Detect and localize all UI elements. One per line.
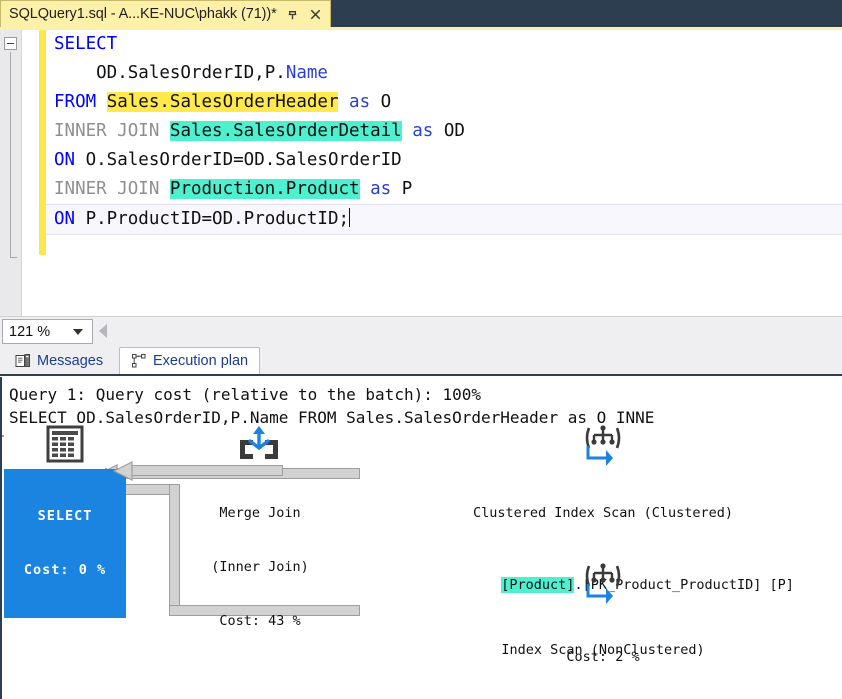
code-line-6[interactable]: INNER JOIN Production.Product as P — [46, 175, 842, 204]
plan-node-merge-join-line1: Merge Join — [187, 504, 333, 522]
code-token: SELECT — [54, 34, 117, 54]
code-token: . — [275, 63, 286, 83]
zoom-level-dropdown[interactable]: 121 % — [2, 319, 93, 344]
execution-plan-icon — [131, 353, 147, 369]
results-tab-underline — [0, 374, 842, 376]
code-token: OD — [433, 121, 465, 141]
chevron-down-icon[interactable] — [73, 329, 83, 335]
plan-node-index-scan-line1: Index Scan (NonClustered) — [420, 641, 786, 659]
plan-node-select-label: SELECT — [4, 507, 126, 525]
merge-join-icon[interactable] — [234, 424, 284, 471]
code-token: as — [412, 121, 433, 141]
code-token — [360, 179, 371, 199]
plan-node-select-cost: Cost: 0 % — [4, 561, 126, 579]
tab-messages[interactable]: Messages — [4, 347, 114, 375]
sql-editor[interactable]: SELECT OD.SalesOrderID,P.NameFROM Sales.… — [0, 30, 842, 316]
code-token: Production.Product — [170, 179, 360, 199]
ssms-window: SQLQuery1.sql - A...KE-NUC\phakk (71))* … — [0, 0, 842, 699]
code-token: Sales.SalesOrderHeader — [107, 92, 339, 112]
result-grid-icon[interactable] — [44, 425, 86, 470]
code-token: O.SalesOrderID=OD.SalesOrderID — [75, 150, 402, 170]
results-tab-strip: Messages Execution plan — [0, 345, 842, 376]
code-line-3[interactable]: FROM Sales.SalesOrderHeader as O — [46, 88, 842, 117]
editor-zoom-bar: 121 % — [0, 316, 842, 346]
code-token: as — [349, 92, 370, 112]
code-line-5[interactable]: ON O.SalesOrderID=OD.SalesOrderID — [46, 146, 842, 175]
code-token: ON — [54, 209, 75, 229]
zoom-level-value: 121 % — [3, 324, 73, 340]
plan-node-index-scan-object: [SalesOrderDetail].[IX_SalesOrderDe… — [420, 695, 786, 699]
editor-indicator-margin — [22, 30, 39, 316]
plan-node-select[interactable]: SELECT Cost: 0 % — [4, 469, 126, 618]
code-token: O — [370, 92, 391, 112]
code-line-4[interactable]: INNER JOIN Sales.SalesOrderDetail as OD — [46, 117, 842, 146]
plan-node-merge-join[interactable]: Merge Join (Inner Join) Cost: 43 % — [187, 468, 333, 666]
code-token: P — [391, 179, 412, 199]
code-token: P — [265, 63, 276, 83]
tab-messages-label: Messages — [37, 353, 103, 369]
connector-merge-to-select — [131, 465, 283, 476]
plan-node-index-scan[interactable]: Index Scan (NonClustered) [SalesOrderDet… — [420, 605, 786, 699]
editor-selection-margin[interactable] — [0, 30, 22, 316]
tab-execution-plan[interactable]: Execution plan — [119, 347, 260, 375]
editor-change-bar — [39, 30, 46, 255]
code-line-7[interactable]: ON P.ProductID=OD.ProductID; — [46, 204, 842, 235]
editor-code-area[interactable]: SELECT OD.SalesOrderID,P.NameFROM Sales.… — [46, 30, 842, 316]
split-left-icon[interactable] — [99, 324, 107, 338]
code-token: ON — [54, 150, 75, 170]
plan-node-clustered-index-scan-object-highlight: [Product] — [501, 577, 574, 593]
plan-node-merge-join-line3: Cost: 43 % — [187, 612, 333, 630]
document-tab-strip: SQLQuery1.sql - A...KE-NUC\phakk (71))* — [0, 0, 842, 27]
code-line-2[interactable]: OD.SalesOrderID,P.Name — [46, 59, 842, 88]
tab-execution-plan-label: Execution plan — [153, 353, 248, 369]
code-block-guide-foot — [10, 257, 17, 258]
code-line-1[interactable]: SELECT — [46, 30, 842, 59]
execution-plan-pane[interactable]: Query 1: Query cost (relative to the bat… — [0, 377, 842, 699]
arrowhead-merge-to-select — [113, 459, 137, 483]
index-scan-icon-2[interactable] — [580, 560, 626, 609]
text-caret — [349, 208, 350, 227]
pin-icon[interactable] — [285, 7, 300, 22]
plan-header-line-1: Query 1: Query cost (relative to the bat… — [2, 377, 842, 406]
code-token: INNER JOIN — [54, 179, 170, 199]
index-scan-icon[interactable] — [580, 422, 626, 471]
code-token: OD.SalesOrderID, — [54, 63, 265, 83]
collapse-toggle-icon[interactable] — [4, 37, 17, 50]
code-token: Sales.SalesOrderDetail — [170, 121, 402, 141]
code-token: FROM — [54, 92, 107, 112]
code-block-guide — [10, 52, 11, 258]
code-token — [338, 92, 349, 112]
messages-icon — [15, 353, 31, 369]
document-tab-title: SQLQuery1.sql - A...KE-NUC\phakk (71))* — [9, 6, 277, 22]
plan-header-line-2: SELECT OD.SalesOrderID,P.Name FROM Sales… — [2, 406, 842, 429]
close-icon[interactable] — [308, 7, 323, 22]
code-token: INNER JOIN — [54, 121, 170, 141]
connector-vertical — [169, 484, 180, 616]
code-token — [402, 121, 413, 141]
code-token: Name — [286, 63, 328, 83]
code-token: P.ProductID=OD.ProductID; — [75, 209, 349, 229]
plan-node-clustered-index-scan-line1: Clustered Index Scan (Clustered) — [420, 504, 786, 522]
code-token: as — [370, 179, 391, 199]
plan-node-merge-join-line2: (Inner Join) — [187, 558, 333, 576]
document-tab-sqlquery1[interactable]: SQLQuery1.sql - A...KE-NUC\phakk (71))* — [0, 0, 331, 27]
